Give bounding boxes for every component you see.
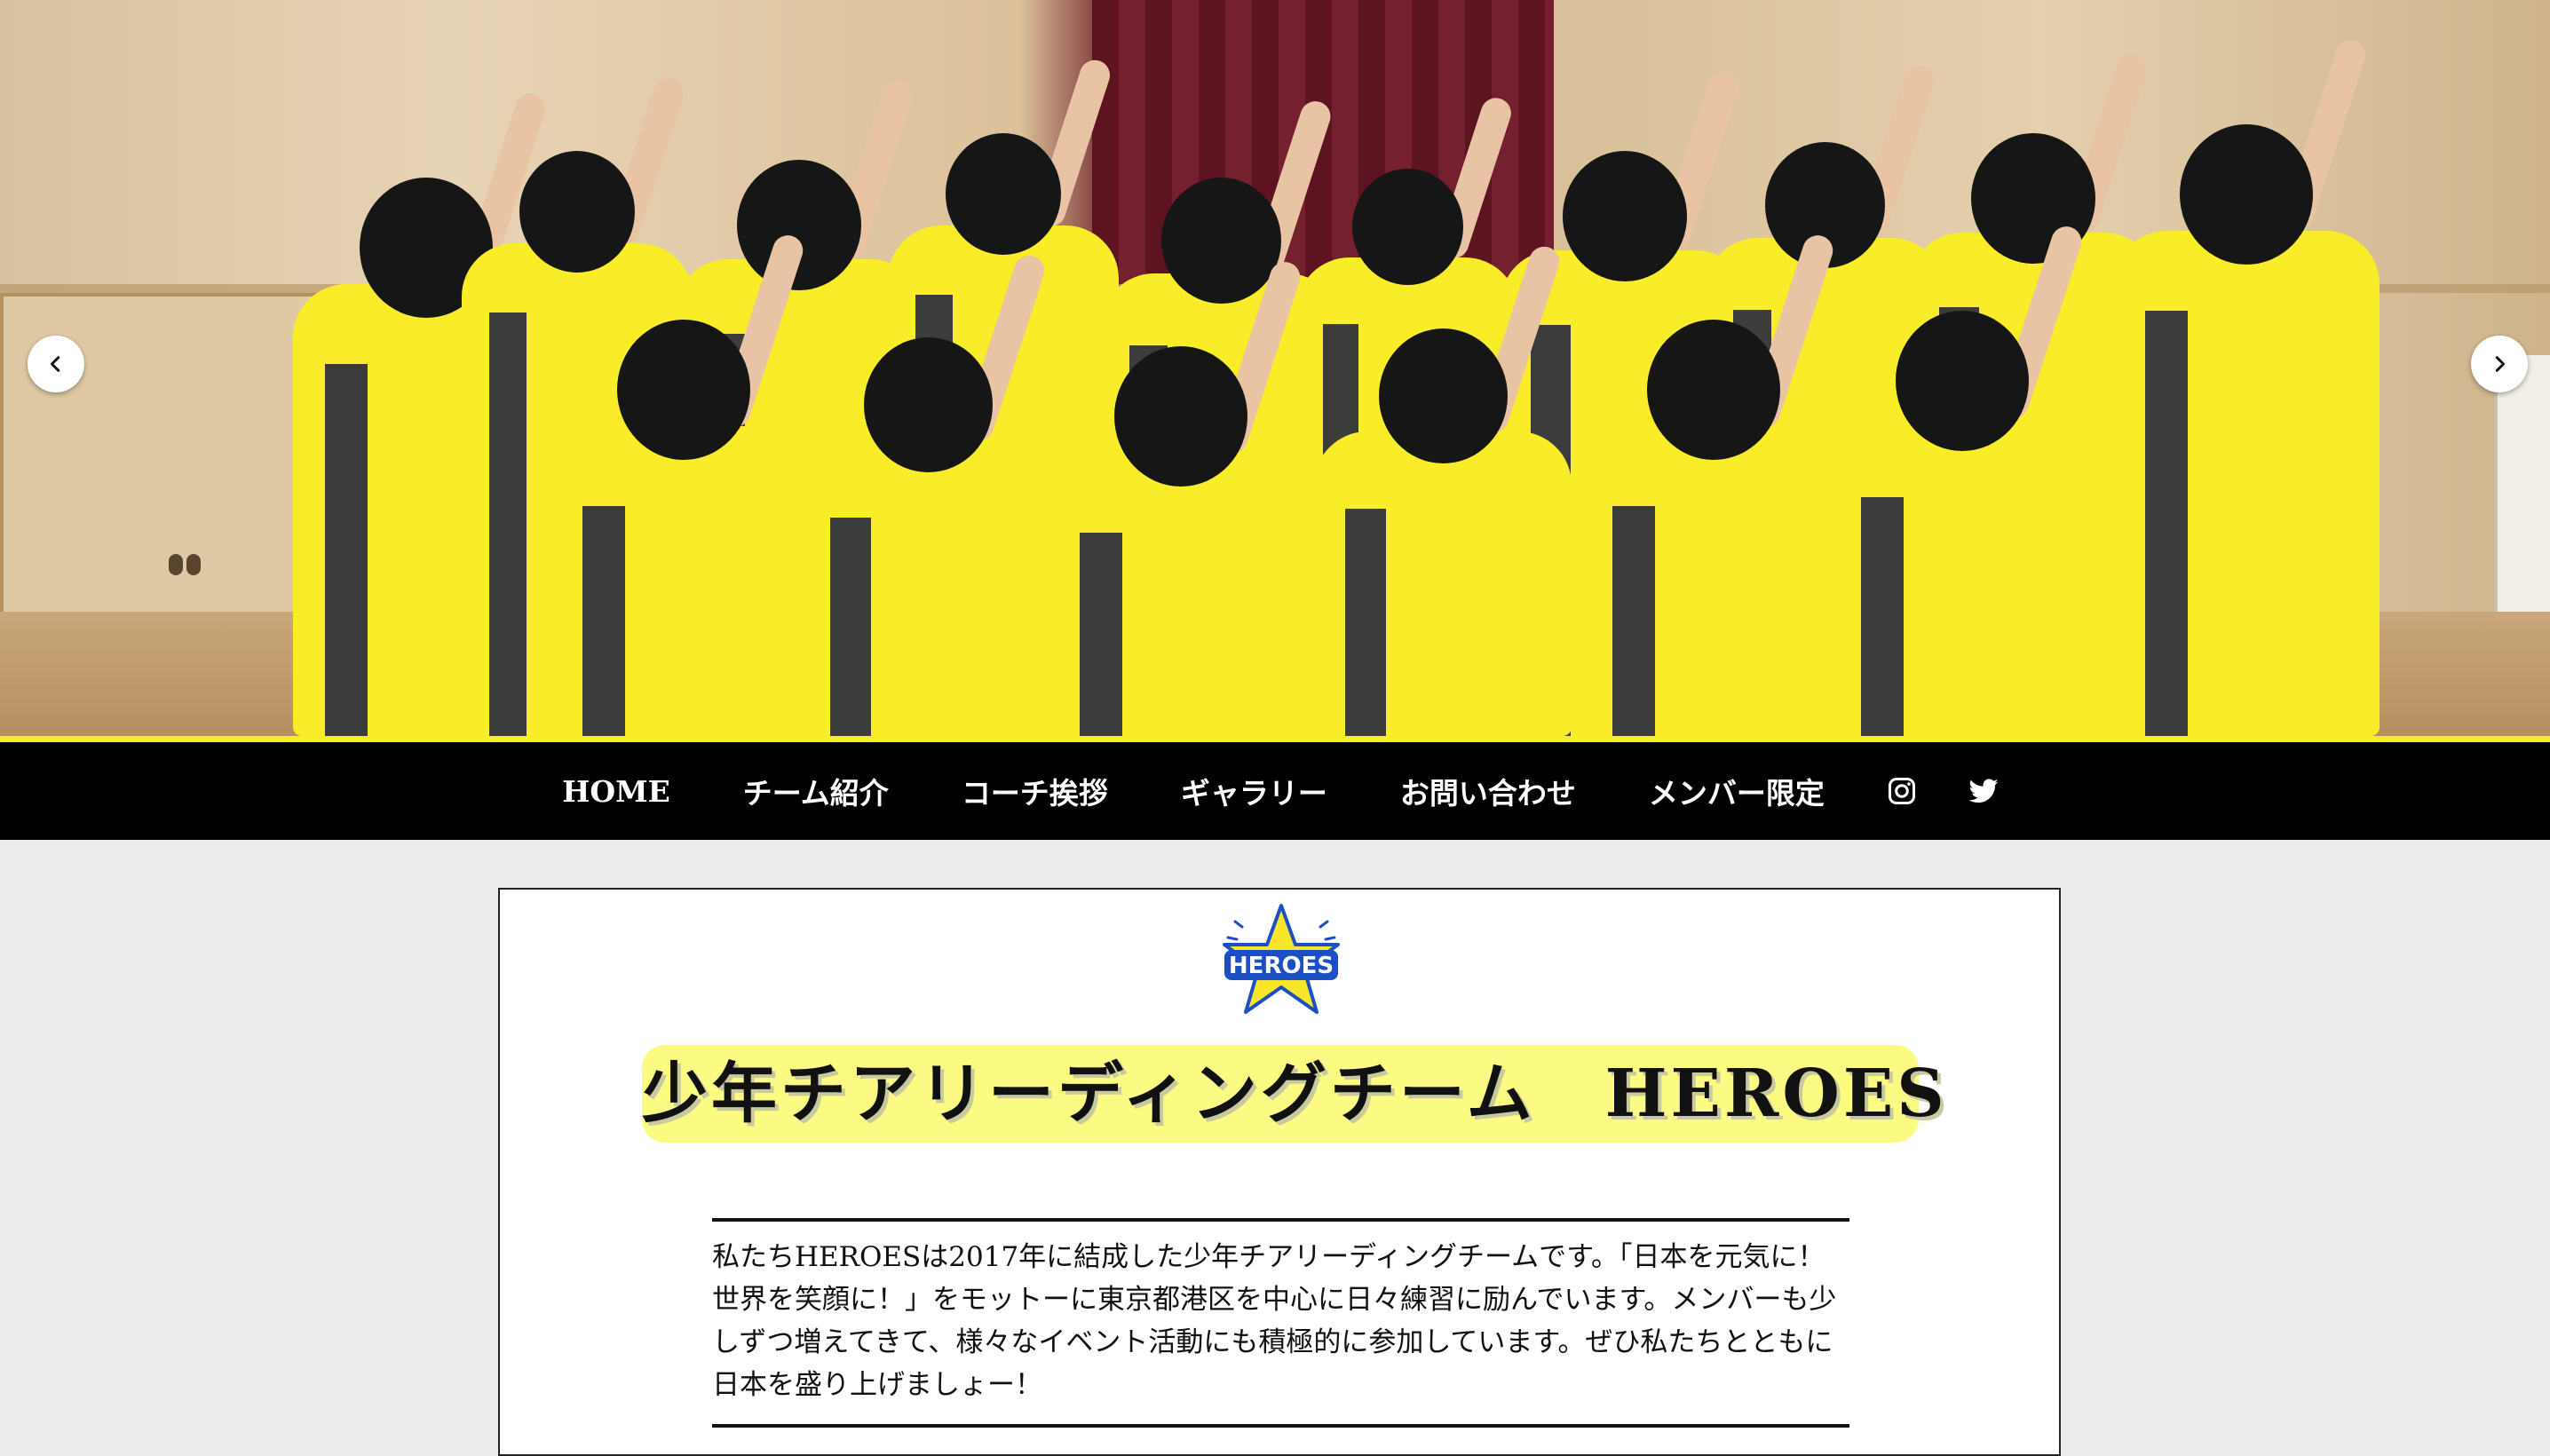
main-nav: HOME チーム紹介 コーチ挨拶 ギャラリー お問い合わせ メンバー限定: [0, 736, 2550, 840]
slider-prev-button[interactable]: [28, 336, 84, 392]
nav-instagram[interactable]: [1886, 775, 1918, 807]
nav-contact[interactable]: お問い合わせ: [1400, 770, 1576, 812]
title-highlight: 少年チアリーディングチーム HEROES: [642, 1045, 1948, 1143]
instagram-icon: [1888, 778, 1915, 804]
nav-twitter[interactable]: [1968, 775, 2000, 807]
divider-top: [712, 1218, 1849, 1222]
nav-members[interactable]: メンバー限定: [1649, 770, 1825, 812]
twitter-icon: [1968, 779, 1999, 803]
svg-text:HEROES: HEROES: [1229, 953, 1334, 979]
divider-bottom: [712, 1424, 1849, 1428]
slider-next-button[interactable]: [2471, 336, 2528, 392]
chevron-right-icon: [2495, 356, 2506, 372]
nav-list: HOME チーム紹介 コーチ挨拶 ギャラリー お問い合わせ メンバー限定: [0, 742, 2550, 840]
heroes-star-logo: HEROES: [1223, 904, 1340, 1014]
nav-team[interactable]: チーム紹介: [743, 770, 889, 812]
page-title: 少年チアリーディングチーム HEROES: [642, 1056, 1948, 1132]
nav-home[interactable]: HOME: [562, 774, 670, 809]
intro-card: HEROES 少年チアリーディングチーム HEROES 私たちHEROESは20…: [498, 888, 2061, 1456]
intro-text: 私たちHEROESは2017年に結成した少年チアリーディングチームです。「日本を…: [712, 1241, 1837, 1401]
nav-gallery[interactable]: ギャラリー: [1181, 770, 1327, 812]
hero-slider: [0, 0, 2550, 736]
nav-coach[interactable]: コーチ挨拶: [962, 770, 1108, 812]
chevron-left-icon: [50, 356, 60, 372]
